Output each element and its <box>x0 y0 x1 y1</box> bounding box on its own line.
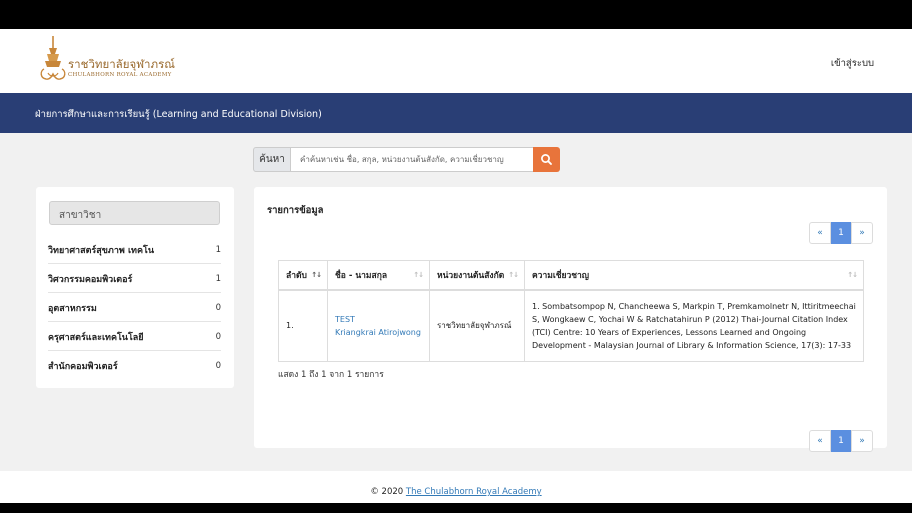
sidebar-item-education-technology[interactable]: ครุศาสตร์และเทคโนโลยี 0 <box>48 322 221 351</box>
subject-sidebar: สาขาวิชา วิทยาศาสตร์สุขภาพ เทคโน 1 วิศวก… <box>36 187 234 388</box>
search-input[interactable] <box>291 147 534 172</box>
search-button[interactable] <box>533 147 560 172</box>
pagination-prev-button[interactable]: « <box>809 222 831 244</box>
sort-icon: ↑↓ <box>508 271 519 279</box>
sidebar-item-computer-office[interactable]: สำนักคอมพิวเตอร์ 0 <box>48 351 221 380</box>
sidebar-item-label: สำนักคอมพิวเตอร์ <box>48 362 118 372</box>
footer-link[interactable]: The Chulabhorn Royal Academy <box>406 487 542 497</box>
results-title: รายการข้อมูล <box>267 205 324 216</box>
pagoda-emblem-icon <box>40 36 66 80</box>
results-panel: รายการข้อมูล « 1 » ลำดับ ↑↓ ชื่อ - นามสกุ… <box>254 187 887 452</box>
table-row: 1. TEST Kriangkrai Atirojwong ราชวิทยาลั… <box>278 289 864 362</box>
division-banner: ฝ่ายการศึกษาและการเรียนรู้ (Learning and… <box>0 93 912 133</box>
sidebar-heading: สาขาวิชา <box>49 201 220 225</box>
sidebar-item-industry[interactable]: อุตสาหกรรม 0 <box>48 293 221 322</box>
sidebar-item-count: 0 <box>215 303 221 313</box>
results-table: ลำดับ ↑↓ ชื่อ - นามสกุล ↑↓ หน่วยงานต้นสังก… <box>278 260 864 362</box>
sidebar-item-computer-engineering[interactable]: วิศวกรรมคอมพิวเตอร์ 1 <box>48 264 221 293</box>
column-header-agency[interactable]: หน่วยงานต้นสังกัด ↑↓ <box>429 260 525 291</box>
sidebar-item-label: ครุศาสตร์และเทคโนโลยี <box>48 333 144 343</box>
sort-icon: ↑↓ <box>847 271 858 279</box>
row-name-link-test[interactable]: TEST <box>335 315 355 324</box>
results-info: แสดง 1 ถึง 1 จาก 1 รายการ <box>278 370 384 380</box>
sort-icon: ↑↓ <box>413 271 424 279</box>
footer: © 2020 The Chulabhorn Royal Academy <box>0 471 912 503</box>
page: ราชวิทยาลัยจุฬาภรณ์ CHULABHORN ROYAL ACA… <box>0 29 912 503</box>
sidebar-item-health-science[interactable]: วิทยาศาสตร์สุขภาพ เทคโน 1 <box>48 235 221 264</box>
row-number: 1. <box>278 289 328 362</box>
pagination-page-button[interactable]: 1 <box>831 430 851 452</box>
column-header-name[interactable]: ชื่อ - นามสกุล ↑↓ <box>327 260 430 291</box>
row-expertise: 1. Sombatsompop N, Chancheewa S, Markpin… <box>524 289 864 362</box>
column-header-expertise[interactable]: ความเชี่ยวชาญ ↑↓ <box>524 260 864 291</box>
footer-copyright: © 2020 <box>370 487 404 497</box>
column-header-no[interactable]: ลำดับ ↑↓ <box>278 260 328 291</box>
search-label: ค้นหา <box>253 147 291 172</box>
sidebar-item-label: อุตสาหกรรม <box>48 304 97 314</box>
pagination-page-button[interactable]: 1 <box>831 222 851 244</box>
pagination-bottom: « 1 » <box>809 430 873 452</box>
sidebar-item-count: 1 <box>215 274 221 284</box>
logo[interactable]: ราชวิทยาลัยจุฬาภรณ์ CHULABHORN ROYAL ACA… <box>38 34 178 86</box>
sidebar-item-count: 0 <box>215 361 221 371</box>
sidebar-item-count: 1 <box>215 245 221 255</box>
row-agency: ราชวิทยาลัยจุฬาภรณ์ <box>429 289 525 362</box>
pagination-next-button[interactable]: » <box>851 430 873 452</box>
subject-list: วิทยาศาสตร์สุขภาพ เทคโน 1 วิศวกรรมคอมพิว… <box>48 235 221 380</box>
sidebar-item-label: วิศวกรรมคอมพิวเตอร์ <box>48 275 133 285</box>
search-icon <box>541 154 552 165</box>
row-name-cell: TEST Kriangkrai Atirojwong <box>327 289 430 362</box>
pagination-next-button[interactable]: » <box>851 222 873 244</box>
sidebar-item-label: วิทยาศาสตร์สุขภาพ เทคโน <box>48 246 154 256</box>
table-header-row: ลำดับ ↑↓ ชื่อ - นามสกุล ↑↓ หน่วยงานต้นสังก… <box>278 260 864 291</box>
sort-asc-icon: ↑↓ <box>311 271 322 279</box>
banner-title: ฝ่ายการศึกษาและการเรียนรู้ (Learning and… <box>35 109 322 120</box>
login-link[interactable]: เข้าสู่ระบบ <box>831 56 874 71</box>
pagination-top: « 1 » <box>809 222 873 244</box>
pagination-prev-button[interactable]: « <box>809 430 831 452</box>
sidebar-item-count: 0 <box>215 332 221 342</box>
row-name-link[interactable]: Kriangkrai Atirojwong <box>335 328 421 337</box>
logo-english-text: CHULABHORN ROYAL ACADEMY <box>68 72 172 78</box>
top-header: ราชวิทยาลัยจุฬาภรณ์ CHULABHORN ROYAL ACA… <box>0 29 912 93</box>
